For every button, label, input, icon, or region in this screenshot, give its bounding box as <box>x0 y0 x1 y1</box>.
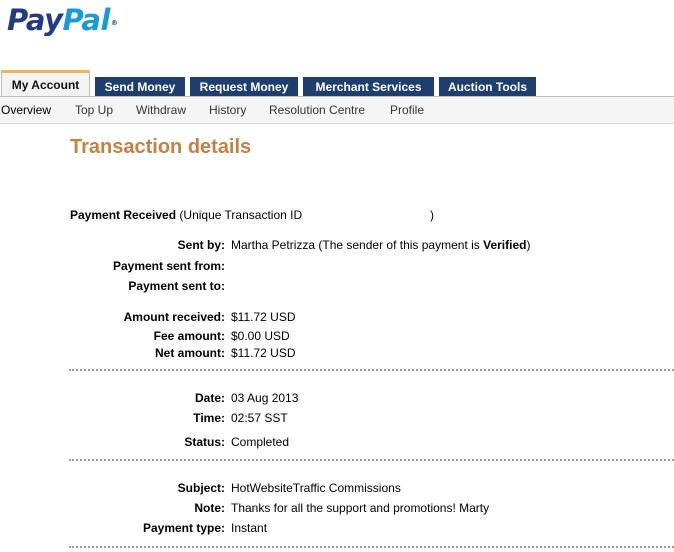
date-value: 03 Aug 2013 <box>231 391 299 405</box>
time-label: Time: <box>193 411 225 425</box>
subnav-withdraw[interactable]: Withdraw <box>136 103 186 117</box>
paypal-logo: PayPal® <box>7 3 118 37</box>
time-value: 02:57 SST <box>231 411 288 425</box>
payment-type-label: Payment type: <box>142 521 225 535</box>
sub-navigation: Overview Top Up Withdraw History Resolut… <box>0 97 674 124</box>
sender-close: ) <box>526 238 531 252</box>
payment-header: Payment Received (Unique Transaction ID <box>70 208 302 222</box>
sent-by-label: Sent by: <box>177 238 225 252</box>
amount-received-value: $11.72 USD <box>231 310 296 324</box>
payment-type-value: Instant <box>231 521 268 535</box>
subject-value: HotWebsiteTraffic Commissions <box>231 481 401 495</box>
logo-pal: Pal <box>62 3 110 37</box>
tab-my-account[interactable]: My Account <box>1 70 90 97</box>
subnav-overview[interactable]: Overview <box>1 103 51 117</box>
tab-request-money[interactable]: Request Money <box>190 77 298 97</box>
main-tabs: My Account Send Money Request Money Merc… <box>0 70 674 97</box>
note-label: Note: <box>194 501 225 515</box>
subnav-profile[interactable]: Profile <box>390 103 424 117</box>
verified-status: Verified <box>483 238 527 252</box>
tab-merchant-services[interactable]: Merchant Services <box>303 77 434 97</box>
status-value: Completed <box>231 435 290 449</box>
net-amount-label: Net amount: <box>155 346 225 360</box>
payment-type-heading: Payment Received <box>70 208 177 222</box>
note-value: Thanks for all the support and promotion… <box>231 501 490 515</box>
subject-label: Subject: <box>177 481 225 495</box>
logo-pay: Pay <box>7 3 63 37</box>
fee-amount-label: Fee amount: <box>153 329 225 343</box>
sent-from-label: Payment sent from: <box>112 259 225 273</box>
logo-trademark: ® <box>110 19 118 27</box>
amount-received-label: Amount received: <box>123 310 225 324</box>
section-divider <box>69 546 674 548</box>
sender-name: Martha Petrizza (The sender of this paym… <box>231 238 484 252</box>
subnav-history[interactable]: History <box>209 103 246 117</box>
transaction-id-suffix: ) <box>430 208 434 222</box>
section-divider <box>69 369 674 371</box>
sent-by-value: Martha Petrizza (The sender of this paym… <box>231 238 530 252</box>
sent-to-label: Payment sent to: <box>128 279 225 293</box>
subnav-top-up[interactable]: Top Up <box>75 103 113 117</box>
tab-auction-tools[interactable]: Auction Tools <box>439 77 536 97</box>
status-label: Status: <box>184 435 225 449</box>
date-label: Date: <box>194 391 225 405</box>
tab-send-money[interactable]: Send Money <box>95 77 185 97</box>
section-divider <box>69 459 674 461</box>
fee-amount-value: $0.00 USD <box>231 329 290 343</box>
net-amount-value: $11.72 USD <box>231 346 296 360</box>
subnav-resolution-centre[interactable]: Resolution Centre <box>269 103 365 117</box>
transaction-id-prefix: (Unique Transaction ID <box>179 208 303 222</box>
page-title: Transaction details <box>70 136 252 158</box>
